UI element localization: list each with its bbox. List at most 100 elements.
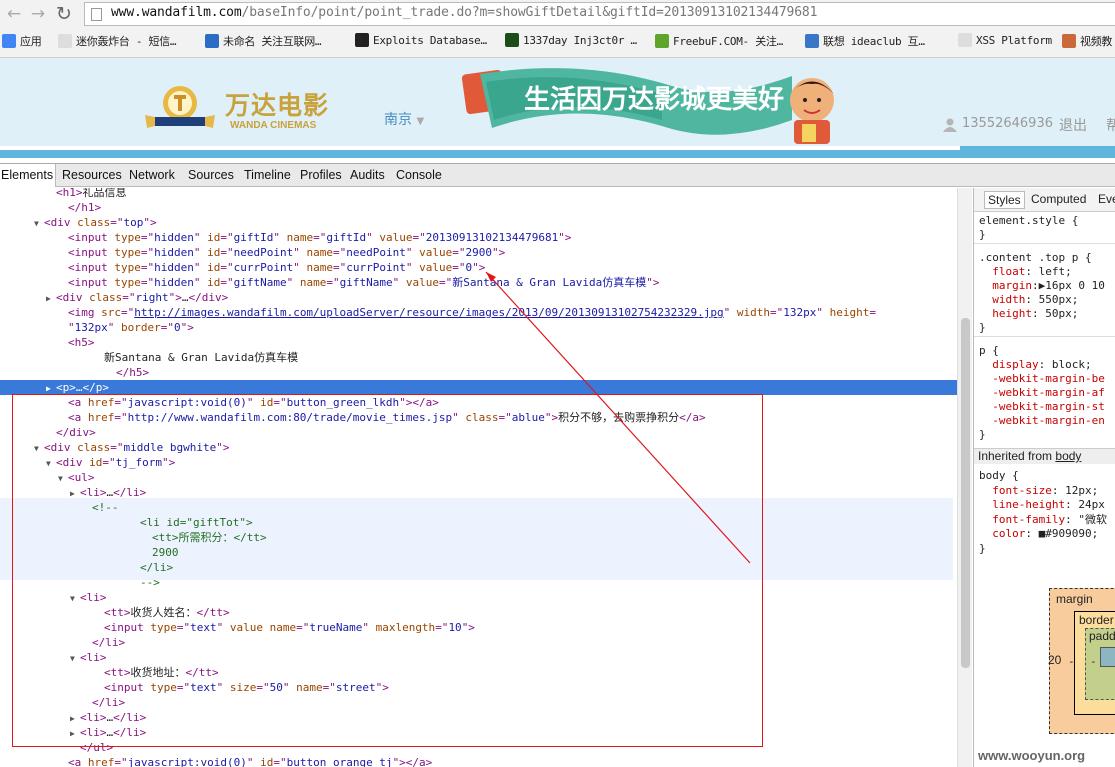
dom-node-markup: <input type="hidden" id="giftId" name="g… bbox=[68, 231, 572, 244]
dom-node-line[interactable]: ▼ <div class="top"> bbox=[0, 215, 957, 230]
style-rule-line: -webkit-margin-be bbox=[992, 372, 1105, 385]
user-icon bbox=[943, 118, 957, 132]
bookmark-icon bbox=[2, 34, 16, 48]
bookmark-label: XSS Platform bbox=[976, 34, 1052, 47]
bookmark-icon bbox=[205, 34, 219, 48]
style-rule-line: margin:▶16px 0 10 bbox=[992, 279, 1105, 292]
back-icon[interactable]: ← bbox=[4, 4, 24, 24]
bookmark-item[interactable]: Exploits Database… bbox=[355, 33, 487, 51]
logout-link[interactable]: 退出 bbox=[1059, 115, 1087, 135]
bookmark-icon bbox=[805, 34, 819, 48]
bookmark-label: 迷你轰炸台 - 短信… bbox=[76, 35, 177, 48]
address-bar[interactable]: www.wandafilm.com/baseInfo/point/point_t… bbox=[84, 2, 1115, 26]
tab-audits[interactable]: Audits bbox=[350, 168, 385, 182]
tab-elements[interactable]: Elements bbox=[0, 164, 57, 187]
tab-styles[interactable]: Styles bbox=[984, 191, 1025, 209]
tab-event-listeners[interactable]: Eve bbox=[1098, 192, 1115, 206]
browser-chrome: ← → ↻ www.wandafilm.com/baseInfo/point/p… bbox=[0, 0, 1115, 58]
inherited-header: Inherited from body bbox=[974, 448, 1115, 464]
dom-node-line[interactable]: <input type="hidden" id="currPoint" name… bbox=[0, 260, 957, 275]
expand-toggle-icon[interactable]: ▼ bbox=[34, 216, 44, 231]
dom-node-markup: <input type="hidden" id="needPoint" name… bbox=[68, 246, 506, 259]
tab-resources[interactable]: Resources bbox=[62, 168, 122, 182]
dom-node-markup: </h5> bbox=[116, 366, 150, 379]
style-rule-line: p { bbox=[979, 344, 999, 357]
bookmark-item[interactable]: 1337day Inj3ct0r … bbox=[505, 33, 637, 51]
style-rule-line: -webkit-margin-st bbox=[992, 400, 1105, 413]
bookmark-label: Exploits Database… bbox=[373, 34, 487, 47]
body-rule-line: body { bbox=[979, 469, 1019, 482]
elements-scrollbar[interactable] bbox=[957, 188, 972, 767]
style-rule-line: height: 50px; bbox=[992, 307, 1079, 320]
bookmark-item[interactable]: FreebuF.COM- 关注… bbox=[655, 33, 783, 51]
tab-network[interactable]: Network bbox=[129, 168, 175, 182]
box-model-content bbox=[1100, 647, 1115, 667]
bookmark-item[interactable]: 未命名 关注互联网… bbox=[205, 33, 322, 51]
dom-node-markup: <p>…</p> bbox=[56, 381, 109, 394]
dom-node-markup: <a href="javascript:void(0)" id="button_… bbox=[68, 756, 433, 767]
dom-node-line[interactable]: "132px" border="0"> bbox=[0, 320, 957, 335]
help-link[interactable]: 帮 bbox=[1106, 115, 1115, 135]
dom-node-line[interactable]: <a href="javascript:void(0)" id="button_… bbox=[0, 755, 957, 767]
inherited-body-link[interactable]: body bbox=[1055, 449, 1081, 463]
city-selector[interactable]: 南京 ▼ bbox=[384, 109, 424, 129]
body-rule-line: color: ■#909090; bbox=[992, 527, 1099, 540]
bookmark-item[interactable]: 视频教 bbox=[1062, 33, 1112, 51]
rule-separator bbox=[974, 336, 1115, 337]
dom-node-line[interactable]: <input type="hidden" id="giftId" name="g… bbox=[0, 230, 957, 245]
bookmark-label: FreebuF.COM- 关注… bbox=[673, 35, 783, 48]
dom-node-line[interactable]: 新Santana & Gran Lavida仿真车模 bbox=[0, 350, 957, 365]
dom-node-line[interactable]: <img src="http://images.wandafilm.com/up… bbox=[0, 305, 957, 320]
bookmark-item[interactable]: 迷你轰炸台 - 短信… bbox=[58, 33, 177, 51]
url-text: www.wandafilm.com/baseInfo/point/point_t… bbox=[111, 5, 818, 20]
bookmark-item[interactable]: XSS Platform bbox=[958, 33, 1052, 51]
box-model-padding: padd - bbox=[1085, 628, 1115, 700]
dom-node-markup: <h1>礼品信息 bbox=[56, 188, 127, 199]
tab-computed[interactable]: Computed bbox=[1031, 192, 1086, 206]
style-rule-line: -webkit-margin-af bbox=[992, 386, 1105, 399]
expand-toggle-icon[interactable]: ▶ bbox=[46, 291, 56, 306]
bookmark-label: 1337day Inj3ct0r … bbox=[523, 34, 637, 47]
style-rule-line: .content .top p { bbox=[979, 251, 1092, 264]
bookmark-icon bbox=[355, 33, 369, 47]
scrollbar-thumb[interactable] bbox=[961, 318, 970, 668]
tab-sources[interactable]: Sources bbox=[188, 168, 234, 182]
tab-console[interactable]: Console bbox=[396, 168, 442, 182]
body-rule-line: font-family: "微软 bbox=[992, 512, 1107, 526]
site-header: 万达电影 WANDA CINEMAS 南京 ▼ 生活因万达影城更美好 13552… bbox=[0, 58, 1115, 158]
reload-icon[interactable]: ↻ bbox=[54, 4, 74, 24]
tab-timeline[interactable]: Timeline bbox=[244, 168, 291, 182]
bookmark-icon bbox=[958, 33, 972, 47]
bookmark-icon bbox=[1062, 34, 1076, 48]
logo-english-text: WANDA CINEMAS bbox=[230, 120, 317, 131]
bookmark-item[interactable]: 联想 ideaclub 互… bbox=[805, 33, 925, 51]
dom-node-line[interactable]: ▶ <div class="right">…</div> bbox=[0, 290, 957, 305]
body-rule-line: line-height: 24px bbox=[992, 498, 1105, 511]
box-model-border-left: - bbox=[1068, 655, 1075, 668]
dom-node-line[interactable]: <h1>礼品信息 bbox=[0, 188, 957, 200]
annotation-highlight-box bbox=[12, 394, 763, 747]
dom-node-line[interactable]: <input type="hidden" id="giftName" name=… bbox=[0, 275, 957, 290]
style-rule-line: } bbox=[979, 321, 986, 334]
dom-node-line[interactable]: <h5> bbox=[0, 335, 957, 350]
dom-node-line[interactable]: <input type="hidden" id="needPoint" name… bbox=[0, 245, 957, 260]
bookmark-item[interactable]: 应用 bbox=[2, 33, 42, 51]
forward-icon[interactable]: → bbox=[28, 4, 48, 24]
dom-node-line[interactable]: ▶ <p>…</p> bbox=[0, 380, 957, 395]
box-model-padding-left: - bbox=[1090, 655, 1097, 668]
dom-node-line[interactable]: </h1> bbox=[0, 200, 957, 215]
page-icon bbox=[91, 8, 102, 21]
wanda-logo-icon[interactable] bbox=[145, 83, 215, 131]
tab-profiles[interactable]: Profiles bbox=[300, 168, 342, 182]
bookmarks-bar: 应用 迷你轰炸台 - 短信… 未命名 关注互联网… Exploits Database… bbox=[0, 29, 1115, 53]
styles-pane: Styles Computed Eve element.style {} .con… bbox=[973, 188, 1115, 767]
dom-node-line[interactable]: </h5> bbox=[0, 365, 957, 380]
style-rule-line: } bbox=[979, 428, 986, 441]
